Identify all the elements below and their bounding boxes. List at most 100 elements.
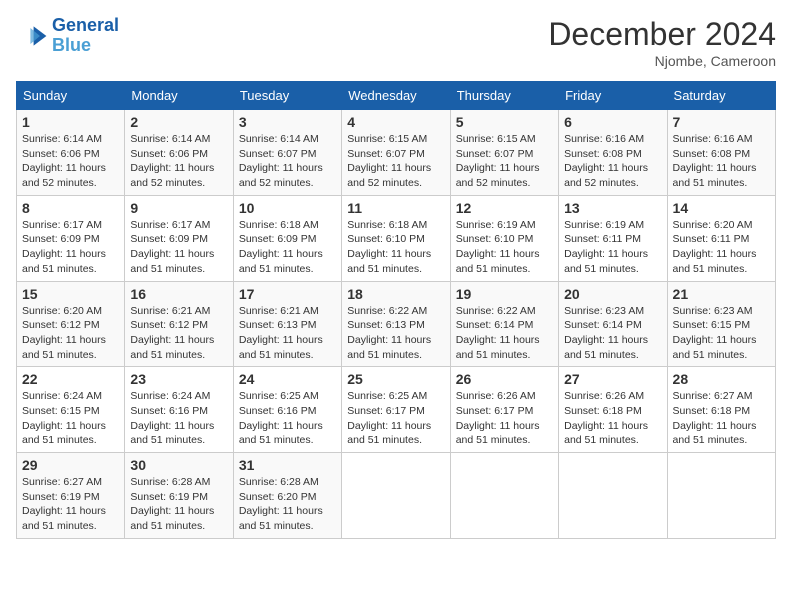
col-saturday: Saturday: [667, 82, 775, 110]
table-row: 5 Sunrise: 6:15 AMSunset: 6:07 PMDaylight…: [450, 110, 558, 196]
day-info: Sunrise: 6:19 AMSunset: 6:11 PMDaylight:…: [564, 218, 661, 277]
day-info: Sunrise: 6:21 AMSunset: 6:13 PMDaylight:…: [239, 304, 336, 363]
day-number: 6: [564, 114, 661, 130]
col-tuesday: Tuesday: [233, 82, 341, 110]
day-number: 14: [673, 200, 770, 216]
day-info: Sunrise: 6:17 AMSunset: 6:09 PMDaylight:…: [130, 218, 227, 277]
location-label: Njombe, Cameroon: [548, 53, 776, 69]
day-info: Sunrise: 6:17 AMSunset: 6:09 PMDaylight:…: [22, 218, 119, 277]
table-row: 14 Sunrise: 6:20 AMSunset: 6:11 PMDayligh…: [667, 195, 775, 281]
day-info: Sunrise: 6:28 AMSunset: 6:20 PMDaylight:…: [239, 475, 336, 534]
title-block: December 2024 Njombe, Cameroon: [548, 16, 776, 69]
day-info: Sunrise: 6:22 AMSunset: 6:13 PMDaylight:…: [347, 304, 444, 363]
day-number: 16: [130, 286, 227, 302]
day-info: Sunrise: 6:19 AMSunset: 6:10 PMDaylight:…: [456, 218, 553, 277]
day-number: 10: [239, 200, 336, 216]
day-number: 9: [130, 200, 227, 216]
table-row: 6 Sunrise: 6:16 AMSunset: 6:08 PMDaylight…: [559, 110, 667, 196]
day-info: Sunrise: 6:25 AMSunset: 6:16 PMDaylight:…: [239, 389, 336, 448]
table-row: 30 Sunrise: 6:28 AMSunset: 6:19 PMDayligh…: [125, 453, 233, 539]
day-info: Sunrise: 6:18 AMSunset: 6:10 PMDaylight:…: [347, 218, 444, 277]
day-number: 29: [22, 457, 119, 473]
day-number: 21: [673, 286, 770, 302]
calendar-table: Sunday Monday Tuesday Wednesday Thursday…: [16, 81, 776, 539]
table-row: 18 Sunrise: 6:22 AMSunset: 6:13 PMDayligh…: [342, 281, 450, 367]
day-number: 8: [22, 200, 119, 216]
logo-text: General Blue: [52, 16, 119, 56]
table-row: 7 Sunrise: 6:16 AMSunset: 6:08 PMDaylight…: [667, 110, 775, 196]
day-info: Sunrise: 6:14 AMSunset: 6:07 PMDaylight:…: [239, 132, 336, 191]
calendar-week-row: 1 Sunrise: 6:14 AMSunset: 6:06 PMDaylight…: [17, 110, 776, 196]
calendar-header-row: Sunday Monday Tuesday Wednesday Thursday…: [17, 82, 776, 110]
table-row: [559, 453, 667, 539]
day-info: Sunrise: 6:15 AMSunset: 6:07 PMDaylight:…: [347, 132, 444, 191]
col-friday: Friday: [559, 82, 667, 110]
table-row: 23 Sunrise: 6:24 AMSunset: 6:16 PMDayligh…: [125, 367, 233, 453]
day-number: 30: [130, 457, 227, 473]
day-number: 18: [347, 286, 444, 302]
table-row: 4 Sunrise: 6:15 AMSunset: 6:07 PMDaylight…: [342, 110, 450, 196]
day-info: Sunrise: 6:14 AMSunset: 6:06 PMDaylight:…: [22, 132, 119, 191]
day-info: Sunrise: 6:24 AMSunset: 6:16 PMDaylight:…: [130, 389, 227, 448]
day-info: Sunrise: 6:22 AMSunset: 6:14 PMDaylight:…: [456, 304, 553, 363]
day-number: 17: [239, 286, 336, 302]
table-row: [342, 453, 450, 539]
day-info: Sunrise: 6:26 AMSunset: 6:18 PMDaylight:…: [564, 389, 661, 448]
table-row: 2 Sunrise: 6:14 AMSunset: 6:06 PMDaylight…: [125, 110, 233, 196]
day-info: Sunrise: 6:14 AMSunset: 6:06 PMDaylight:…: [130, 132, 227, 191]
month-year-title: December 2024: [548, 16, 776, 53]
table-row: 27 Sunrise: 6:26 AMSunset: 6:18 PMDayligh…: [559, 367, 667, 453]
logo: General Blue: [16, 16, 119, 56]
table-row: 12Sunrise: 6:19 AMSunset: 6:10 PMDayligh…: [450, 195, 558, 281]
day-number: 7: [673, 114, 770, 130]
col-monday: Monday: [125, 82, 233, 110]
day-info: Sunrise: 6:28 AMSunset: 6:19 PMDaylight:…: [130, 475, 227, 534]
day-number: 1: [22, 114, 119, 130]
day-number: 2: [130, 114, 227, 130]
table-row: 21 Sunrise: 6:23 AMSunset: 6:15 PMDayligh…: [667, 281, 775, 367]
day-info: Sunrise: 6:20 AMSunset: 6:11 PMDaylight:…: [673, 218, 770, 277]
day-number: 27: [564, 371, 661, 387]
day-number: 20: [564, 286, 661, 302]
table-row: 28 Sunrise: 6:27 AMSunset: 6:18 PMDayligh…: [667, 367, 775, 453]
day-info: Sunrise: 6:27 AMSunset: 6:19 PMDaylight:…: [22, 475, 119, 534]
table-row: 29 Sunrise: 6:27 AMSunset: 6:19 PMDayligh…: [17, 453, 125, 539]
day-number: 26: [456, 371, 553, 387]
day-info: Sunrise: 6:25 AMSunset: 6:17 PMDaylight:…: [347, 389, 444, 448]
day-number: 19: [456, 286, 553, 302]
day-info: Sunrise: 6:16 AMSunset: 6:08 PMDaylight:…: [673, 132, 770, 191]
table-row: 11 Sunrise: 6:18 AMSunset: 6:10 PMDayligh…: [342, 195, 450, 281]
table-row: 13 Sunrise: 6:19 AMSunset: 6:11 PMDayligh…: [559, 195, 667, 281]
table-row: 15Sunrise: 6:20 AMSunset: 6:12 PMDayligh…: [17, 281, 125, 367]
day-info: Sunrise: 6:15 AMSunset: 6:07 PMDaylight:…: [456, 132, 553, 191]
day-number: 11: [347, 200, 444, 216]
day-number: 31: [239, 457, 336, 473]
page-header: General Blue December 2024 Njombe, Camer…: [16, 16, 776, 69]
calendar-week-row: 8 Sunrise: 6:17 AMSunset: 6:09 PMDaylight…: [17, 195, 776, 281]
table-row: 16Sunrise: 6:21 AMSunset: 6:12 PMDayligh…: [125, 281, 233, 367]
day-number: 25: [347, 371, 444, 387]
day-number: 13: [564, 200, 661, 216]
day-number: 15: [22, 286, 119, 302]
day-number: 3: [239, 114, 336, 130]
table-row: [667, 453, 775, 539]
col-sunday: Sunday: [17, 82, 125, 110]
day-info: Sunrise: 6:26 AMSunset: 6:17 PMDaylight:…: [456, 389, 553, 448]
calendar-week-row: 22Sunrise: 6:24 AMSunset: 6:15 PMDayligh…: [17, 367, 776, 453]
day-number: 4: [347, 114, 444, 130]
day-number: 5: [456, 114, 553, 130]
day-number: 23: [130, 371, 227, 387]
day-number: 24: [239, 371, 336, 387]
day-info: Sunrise: 6:27 AMSunset: 6:18 PMDaylight:…: [673, 389, 770, 448]
table-row: 19 Sunrise: 6:22 AMSunset: 6:14 PMDayligh…: [450, 281, 558, 367]
day-info: Sunrise: 6:24 AMSunset: 6:15 PMDaylight:…: [22, 389, 119, 448]
table-row: 1 Sunrise: 6:14 AMSunset: 6:06 PMDaylight…: [17, 110, 125, 196]
table-row: 3 Sunrise: 6:14 AMSunset: 6:07 PMDaylight…: [233, 110, 341, 196]
day-number: 28: [673, 371, 770, 387]
table-row: 31 Sunrise: 6:28 AMSunset: 6:20 PMDayligh…: [233, 453, 341, 539]
table-row: 26 Sunrise: 6:26 AMSunset: 6:17 PMDayligh…: [450, 367, 558, 453]
day-info: Sunrise: 6:16 AMSunset: 6:08 PMDaylight:…: [564, 132, 661, 191]
day-info: Sunrise: 6:23 AMSunset: 6:15 PMDaylight:…: [673, 304, 770, 363]
table-row: [450, 453, 558, 539]
table-row: 17 Sunrise: 6:21 AMSunset: 6:13 PMDayligh…: [233, 281, 341, 367]
